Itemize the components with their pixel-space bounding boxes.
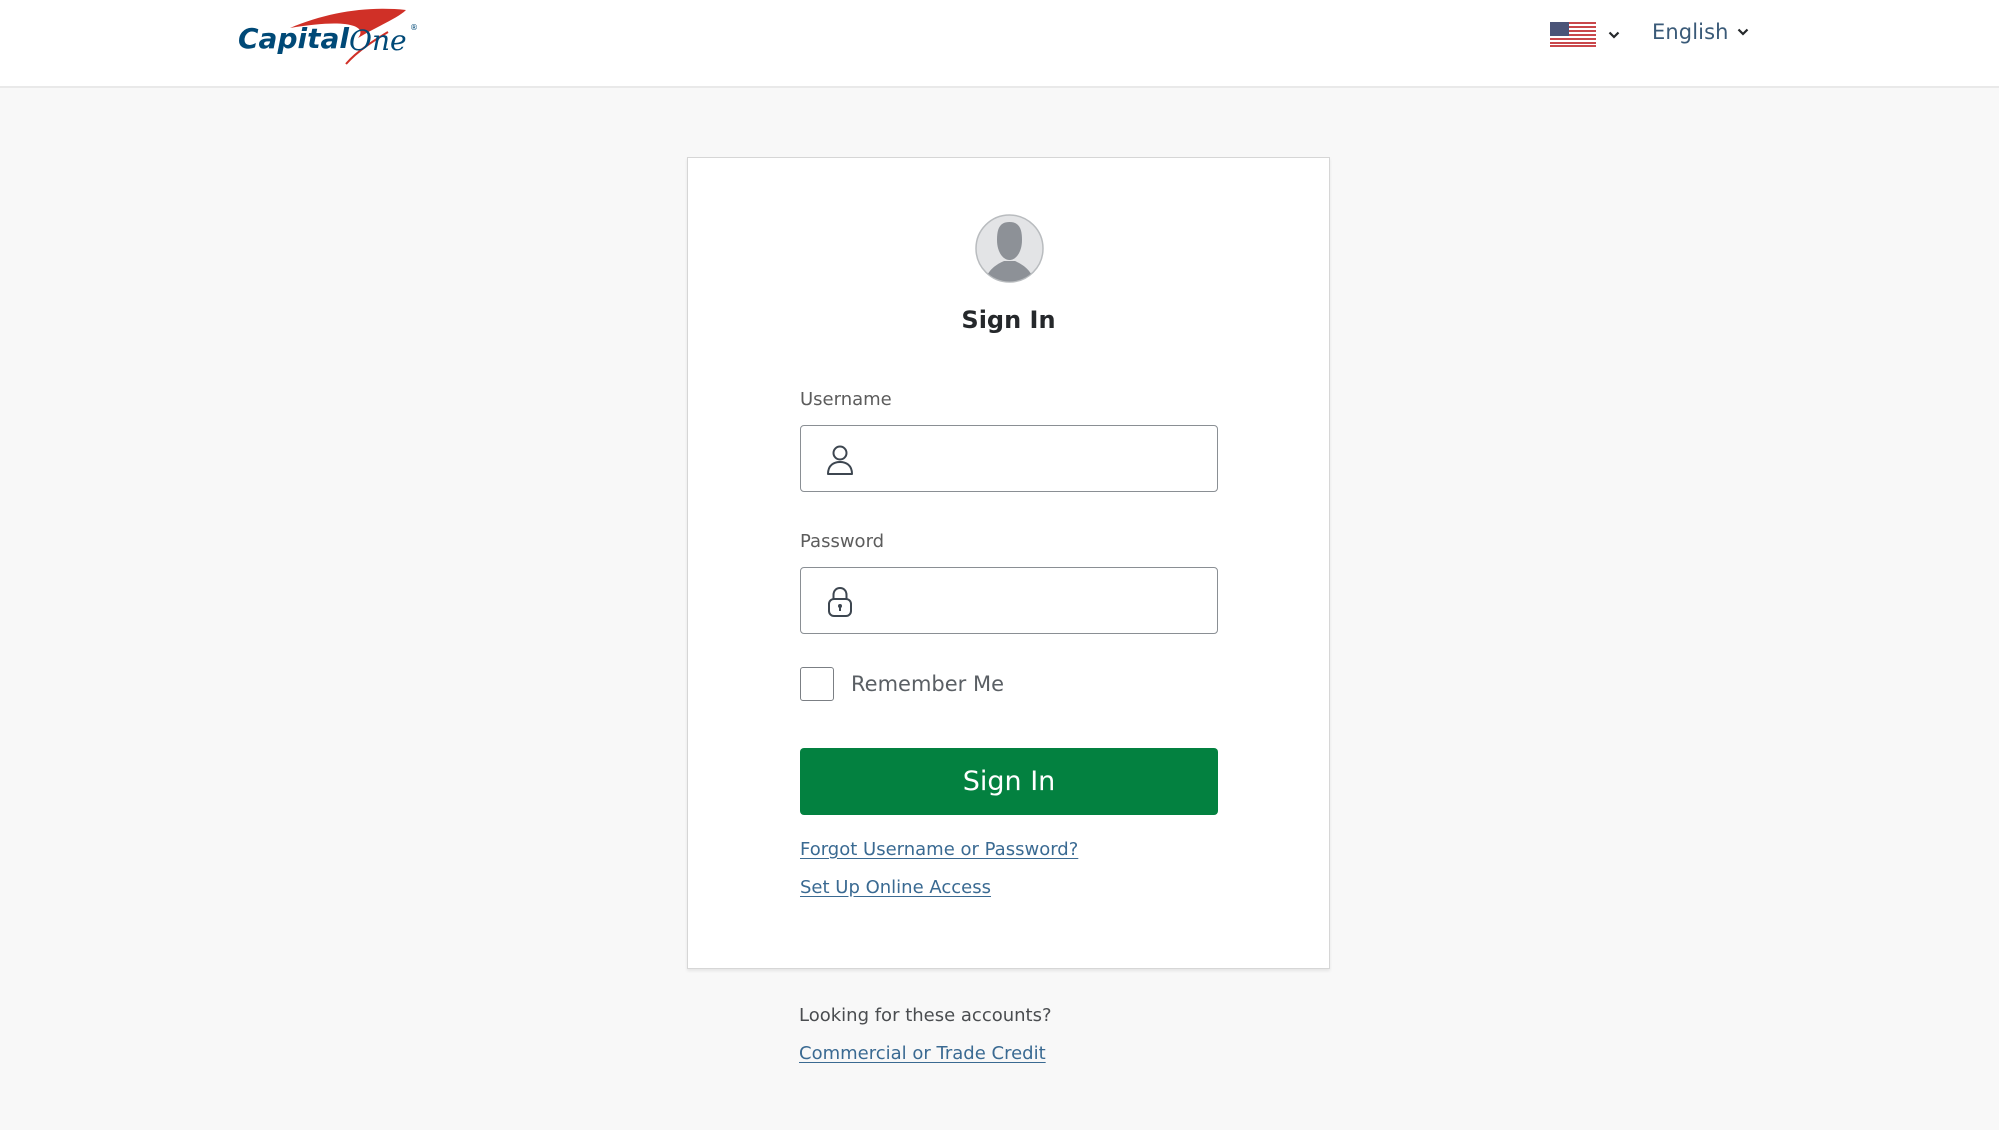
logo-text-capital: Capital <box>238 22 349 55</box>
commercial-trade-credit-link[interactable]: Commercial or Trade Credit <box>799 1043 1046 1064</box>
remember-me-label: Remember Me <box>851 672 1004 696</box>
forgot-credentials-link[interactable]: Forgot Username or Password? <box>800 839 1078 860</box>
password-field[interactable] <box>800 567 1218 634</box>
language-selector[interactable]: English <box>1652 20 1749 44</box>
other-accounts-prompt: Looking for these accounts? <box>799 1005 1052 1026</box>
capital-one-logo[interactable]: Capital One ® <box>238 4 422 70</box>
remember-me[interactable]: Remember Me <box>800 667 1004 701</box>
set-up-online-access-link[interactable]: Set Up Online Access <box>800 877 991 898</box>
password-input[interactable] <box>871 568 1211 633</box>
username-label: Username <box>800 389 892 410</box>
sign-in-button[interactable]: Sign In <box>800 748 1218 815</box>
us-flag-icon <box>1550 22 1596 47</box>
logo-registered: ® <box>410 23 418 32</box>
signin-card: Sign In Username Password Remember Me Si… <box>687 157 1330 969</box>
chevron-down-icon <box>1737 28 1748 36</box>
username-field[interactable] <box>800 425 1218 492</box>
lock-icon <box>828 586 852 617</box>
remember-me-checkbox[interactable] <box>800 667 834 701</box>
chevron-down-icon <box>1608 31 1620 39</box>
page-title: Sign In <box>961 306 1056 334</box>
logo-text-one: One <box>349 24 407 57</box>
language-label: English <box>1652 20 1729 44</box>
user-avatar-icon <box>975 214 1044 283</box>
country-selector[interactable] <box>1550 22 1620 47</box>
password-label: Password <box>800 531 885 552</box>
username-input[interactable] <box>871 426 1211 491</box>
site-header: Capital One ® English <box>0 0 1999 88</box>
user-icon <box>827 445 853 475</box>
